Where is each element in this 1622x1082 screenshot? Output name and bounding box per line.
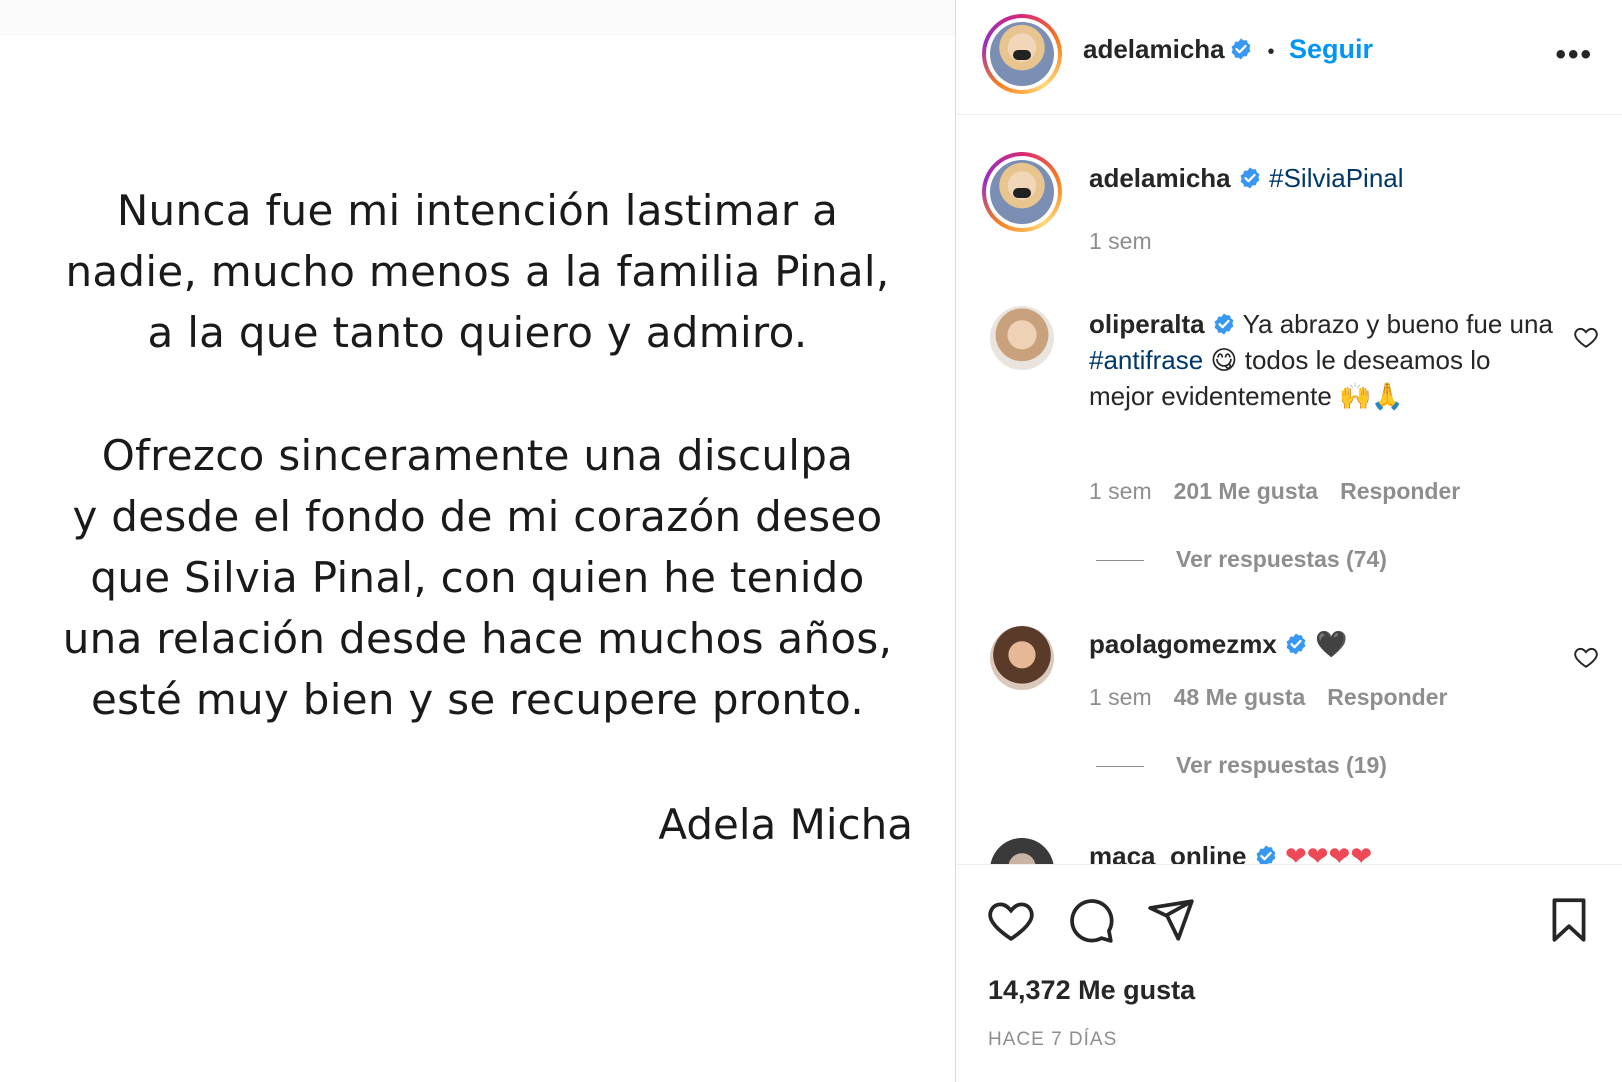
reply-button[interactable]: Responder: [1327, 684, 1447, 710]
comment-meta: 1 sem 48 Me gusta Responder: [1089, 684, 1447, 711]
follow-button[interactable]: Seguir: [1289, 34, 1373, 64]
verified-badge-icon: [1240, 167, 1260, 189]
commenter-avatar[interactable]: [990, 626, 1054, 690]
post-line: Ofrezco sinceramente una disculpa: [101, 431, 854, 480]
view-replies-label: Ver respuestas (19): [1176, 752, 1387, 778]
comment-username[interactable]: paolagomezmx: [1089, 629, 1277, 659]
post-line: y desde el fondo de mi corazón deseo: [72, 492, 883, 541]
comment-like-heart-icon[interactable]: [1573, 644, 1599, 670]
view-replies-label: Ver respuestas (74): [1176, 546, 1387, 572]
replies-line: [1096, 766, 1144, 768]
commenter-avatar[interactable]: [990, 306, 1054, 370]
caption-username[interactable]: adelamicha: [1089, 163, 1231, 193]
replies-line: [1096, 560, 1144, 562]
comment-body: 🖤: [1315, 629, 1348, 659]
header-author-line: adelamicha • Seguir: [1083, 34, 1373, 65]
post-line: Nunca fue mi intención lastimar a: [116, 186, 839, 235]
post-header: adelamicha • Seguir •••: [956, 0, 1622, 115]
comment-username[interactable]: maca_online: [1089, 841, 1247, 864]
post-paragraph-2: Ofrezco sinceramente una disculpa y desd…: [0, 425, 955, 730]
comment-text: oliperalta Ya abrazo y bueno fue una #an…: [1089, 306, 1559, 414]
post-line: una relación desde hace muchos años,: [62, 614, 893, 663]
more-options-icon[interactable]: •••: [1555, 38, 1593, 72]
verified-badge-icon: [1214, 313, 1234, 335]
comment-time: 1 sem: [1089, 684, 1152, 710]
reply-button[interactable]: Responder: [1340, 478, 1460, 504]
post-side-panel: adelamicha • Seguir ••• adelamicha #Silv…: [955, 0, 1622, 1082]
post-timestamp: HACE 7 DÍAS: [988, 1029, 1118, 1050]
share-send-icon[interactable]: [1146, 895, 1196, 945]
post-paragraph-1: Nunca fue mi intención lastimar a nadie,…: [0, 180, 955, 363]
post-image[interactable]: Nunca fue mi intención lastimar a nadie,…: [0, 0, 955, 1082]
comment-likes[interactable]: 48 Me gusta: [1174, 684, 1306, 710]
comment-meta: 1 sem 201 Me gusta Responder: [1089, 478, 1460, 505]
commenter-avatar[interactable]: [990, 838, 1054, 864]
view-replies-button[interactable]: Ver respuestas (74): [1096, 546, 1387, 573]
caption-hashtag[interactable]: #SilviaPinal: [1269, 163, 1403, 193]
image-top-band: [0, 0, 955, 36]
comment-like-heart-icon[interactable]: [1573, 324, 1599, 350]
view-replies-button[interactable]: Ver respuestas (19): [1096, 752, 1387, 779]
author-avatar[interactable]: [982, 14, 1062, 94]
comment-likes[interactable]: 201 Me gusta: [1174, 478, 1318, 504]
comment-body: ❤❤❤❤: [1284, 841, 1373, 864]
comment-bubble-icon[interactable]: [1066, 895, 1116, 945]
comment-time: 1 sem: [1089, 478, 1152, 504]
caption-time: 1 sem: [1089, 228, 1152, 254]
comment-body: Ya abrazo y bueno fue una: [1242, 309, 1553, 339]
like-heart-icon[interactable]: [986, 895, 1036, 945]
post-actions: 14,372 Me gusta HACE 7 DÍAS: [956, 864, 1622, 1082]
header-separator: •: [1267, 41, 1275, 63]
post-like-count[interactable]: 14,372 Me gusta: [988, 975, 1195, 1006]
bookmark-icon[interactable]: [1544, 895, 1594, 945]
comment-username[interactable]: oliperalta: [1089, 309, 1205, 339]
post-line: esté muy bien y se recupere pronto.: [90, 675, 865, 724]
post-signature: Adela Micha: [658, 800, 913, 849]
comment-text: paolagomezmx 🖤: [1089, 626, 1559, 662]
verified-badge-icon: [1256, 845, 1276, 864]
post-line: a la que tanto quiero y admiro.: [147, 308, 808, 357]
post-line: nadie, mucho menos a la familia Pinal,: [65, 247, 890, 296]
comments-list[interactable]: adelamicha #SilviaPinal 1 sem oliperalta…: [956, 116, 1622, 864]
caption-text: adelamicha #SilviaPinal: [1089, 160, 1559, 196]
caption-avatar[interactable]: [982, 152, 1062, 232]
comment-hashtag[interactable]: #antifrase: [1089, 345, 1203, 375]
verified-badge-icon: [1231, 38, 1251, 60]
post-image-text: Nunca fue mi intención lastimar a nadie,…: [0, 180, 955, 730]
post-line: que Silvia Pinal, con quien he tenido: [90, 553, 865, 602]
header-username[interactable]: adelamicha: [1083, 34, 1225, 64]
verified-badge-icon: [1286, 633, 1306, 655]
comment-text: maca_online ❤❤❤❤: [1089, 838, 1559, 864]
